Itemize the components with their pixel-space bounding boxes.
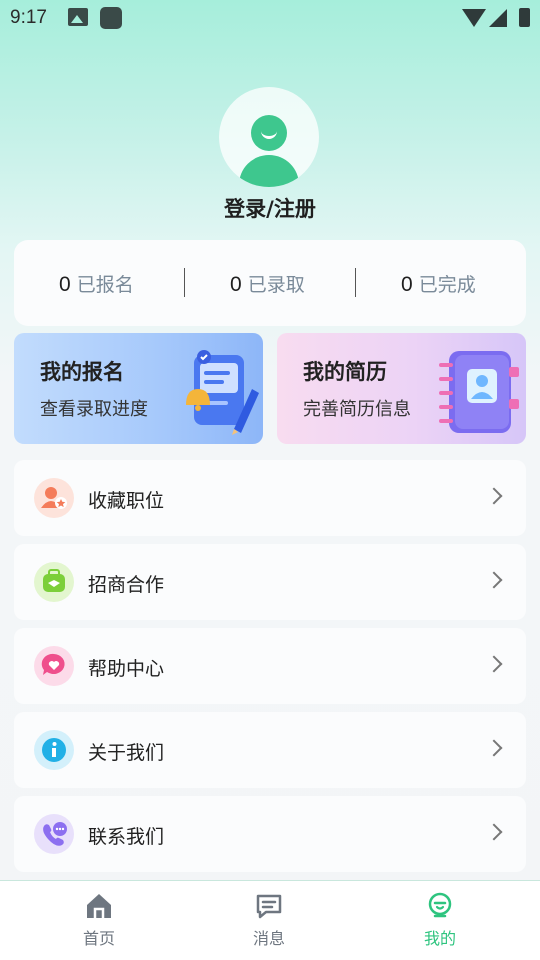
- stat-count: 0: [401, 273, 413, 296]
- stat-admitted[interactable]: 0 已录取: [230, 270, 305, 296]
- my-registration-card[interactable]: 我的报名 查看录取进度: [14, 333, 263, 444]
- card-subtitle: 完善简历信息: [303, 399, 411, 420]
- stats-card: 0 已报名 0 已录取 0 已完成: [14, 240, 526, 326]
- menu-item-contact-us[interactable]: 联系我们: [14, 796, 526, 872]
- my-resume-card[interactable]: 我的简历 完善简历信息: [277, 333, 526, 444]
- nav-label: 我的: [423, 929, 456, 948]
- clipboard-bell-icon: [186, 350, 259, 435]
- chevron-right-icon: [485, 571, 503, 589]
- divider: [355, 268, 356, 297]
- business-cooperation-icon: [34, 562, 74, 602]
- card-title: 我的简历: [303, 360, 387, 384]
- help-center-icon: [34, 646, 74, 686]
- avatar[interactable]: [219, 87, 319, 187]
- home-icon: [87, 894, 111, 918]
- contact-phone-icon: [34, 814, 74, 854]
- chevron-right-icon: [485, 655, 503, 673]
- menu-item-about-us[interactable]: 关于我们: [14, 712, 526, 788]
- login-register-link[interactable]: 登录/注册: [0, 193, 540, 223]
- menu-label: 联系我们: [88, 826, 165, 848]
- stat-registered[interactable]: 0 已报名: [59, 270, 134, 296]
- stat-completed[interactable]: 0 已完成: [401, 270, 476, 296]
- stat-label: 已报名: [76, 274, 134, 296]
- chevron-right-icon: [485, 487, 503, 505]
- message-icon: [256, 894, 282, 919]
- wifi-icon: [462, 9, 486, 27]
- app-notification-icon: [100, 7, 122, 29]
- profile-icon: [428, 892, 452, 918]
- status-time: 9:17: [10, 7, 47, 28]
- image-notification-icon: [68, 8, 88, 26]
- menu-label: 收藏职位: [88, 490, 165, 512]
- resume-book-icon: [439, 351, 519, 433]
- menu-item-favorite-jobs[interactable]: 收藏职位: [14, 460, 526, 536]
- bottom-nav: 首页 消息 我的: [0, 880, 540, 960]
- card-subtitle: 查看录取进度: [40, 399, 148, 420]
- about-info-icon: [34, 730, 74, 770]
- menu-label: 关于我们: [88, 742, 165, 764]
- chevron-right-icon: [485, 739, 503, 757]
- nav-profile[interactable]: 我的: [400, 891, 480, 949]
- stat-count: 0: [230, 273, 242, 296]
- menu-label: 招商合作: [88, 574, 165, 596]
- signal-icon: [489, 9, 507, 27]
- favorite-job-icon: [34, 478, 74, 518]
- stat-label: 已录取: [247, 274, 305, 296]
- avatar-body-shape: [239, 155, 299, 187]
- divider: [184, 268, 185, 297]
- stat-label: 已完成: [418, 274, 476, 296]
- status-bar: 9:17: [0, 0, 540, 36]
- stat-count: 0: [59, 273, 71, 296]
- nav-messages[interactable]: 消息: [229, 891, 309, 949]
- menu-item-business-cooperation[interactable]: 招商合作: [14, 544, 526, 620]
- nav-label: 首页: [82, 929, 115, 948]
- battery-icon: [519, 8, 530, 27]
- nav-label: 消息: [252, 929, 285, 948]
- nav-home[interactable]: 首页: [59, 891, 139, 949]
- card-title: 我的报名: [40, 360, 124, 384]
- menu-label: 帮助中心: [88, 658, 165, 680]
- chevron-right-icon: [485, 823, 503, 841]
- menu-item-help-center[interactable]: 帮助中心: [14, 628, 526, 704]
